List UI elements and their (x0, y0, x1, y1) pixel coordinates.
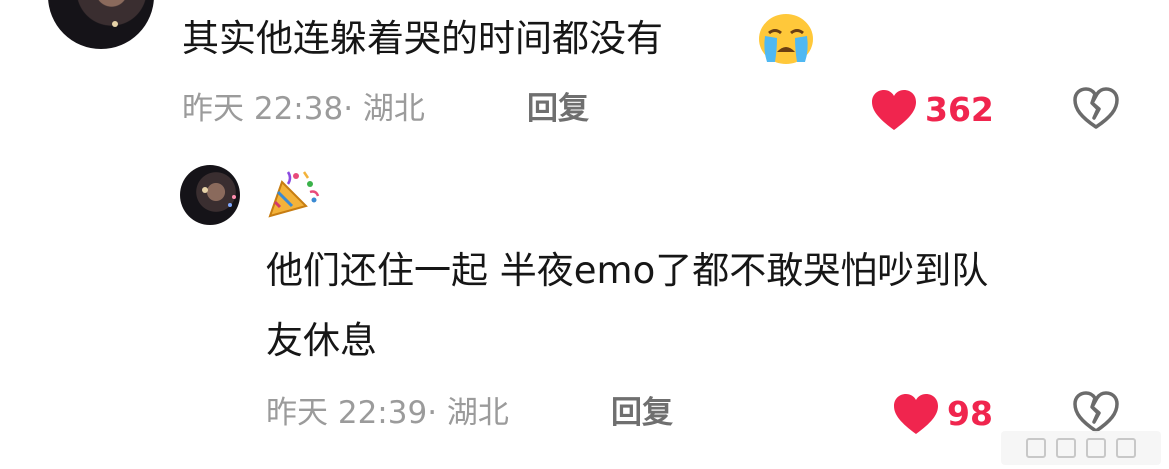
heart-icon (872, 90, 916, 130)
broken-heart-icon[interactable] (1072, 86, 1120, 130)
watermark-square-icon (1086, 438, 1106, 458)
broken-heart-icon[interactable] (1072, 390, 1120, 434)
reply-like-button[interactable]: 98 (893, 393, 993, 435)
comment-reply-button[interactable]: 回复 (527, 89, 589, 129)
comment-like-count: 362 (925, 90, 994, 129)
watermark-square-icon (1026, 438, 1046, 458)
reply-like-count: 98 (947, 394, 993, 433)
commenter-avatar[interactable] (48, 0, 154, 49)
reply-text-line-1: 他们还住一起 半夜emo了都不敢哭怕吵到队 (266, 249, 989, 292)
reply-timestamp: 昨天 22:39· 湖北 (266, 395, 509, 431)
watermark-overlay (1001, 431, 1161, 465)
watermark-square-icon (1116, 438, 1136, 458)
watermark-square-icon (1056, 438, 1076, 458)
party-popper-icon (268, 171, 320, 218)
comment-like-button[interactable]: 362 (871, 89, 994, 131)
replier-avatar[interactable] (180, 165, 240, 225)
comment-text: 其实他连躲着哭的时间都没有 (182, 17, 663, 60)
heart-icon (894, 394, 938, 434)
loudly-crying-face-icon (759, 14, 813, 64)
comment-timestamp: 昨天 22:38· 湖北 (182, 91, 425, 127)
reply-reply-button[interactable]: 回复 (611, 393, 673, 433)
reply-text-line-2: 友休息 (266, 319, 377, 362)
